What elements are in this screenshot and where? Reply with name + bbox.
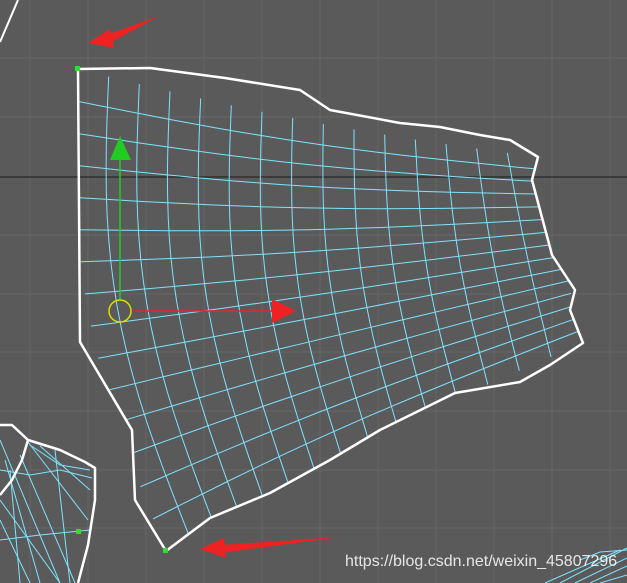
annotation-arrow-top [88,16,159,48]
uv-edge-line [85,243,560,295]
uv-island-main[interactable] [76,66,585,553]
uv-edge-line [78,218,554,232]
uv-edge-line [166,91,239,510]
selected-vertex-left-island[interactable] [76,529,81,534]
uv-island-partial-bottom-left[interactable] [0,423,97,583]
uv-editor-viewport[interactable]: https://blog.csdn.net/weixin_45807296 [0,0,627,583]
uv-island-border [76,66,585,553]
uv-edge-line [322,123,369,441]
watermark-text: https://blog.csdn.net/weixin_45807296 [345,553,618,570]
uv-edge-line [445,144,489,385]
uv-edge-line [80,230,557,263]
uv-edge-line [136,83,214,524]
uv-edge-line [78,197,551,210]
uv-edge-line [353,129,398,427]
uv-edge-line [19,454,76,583]
uv-island-wireframe [78,76,581,538]
partial-island-border-left [0,423,97,583]
uv-edge-line [506,152,552,358]
gizmo-y-arrow-icon[interactable] [110,136,131,160]
selected-vertex-top[interactable] [75,66,80,71]
uv-edge-line [9,469,21,583]
uv-edge-line [140,317,578,488]
annotation-arrow-bottom [200,537,340,558]
uv-edge-line [384,134,428,413]
selected-vertex-bottom[interactable] [163,548,168,553]
uv-edge-line [116,292,572,423]
partial-uv-edge-top-left [0,0,19,43]
uv-edge-line [98,268,566,359]
uv-edge-line [291,117,342,455]
gizmo-x-arrow-icon[interactable] [272,299,296,323]
uv-edge-line [259,111,315,468]
partial-island-wireframe-left [0,439,93,583]
